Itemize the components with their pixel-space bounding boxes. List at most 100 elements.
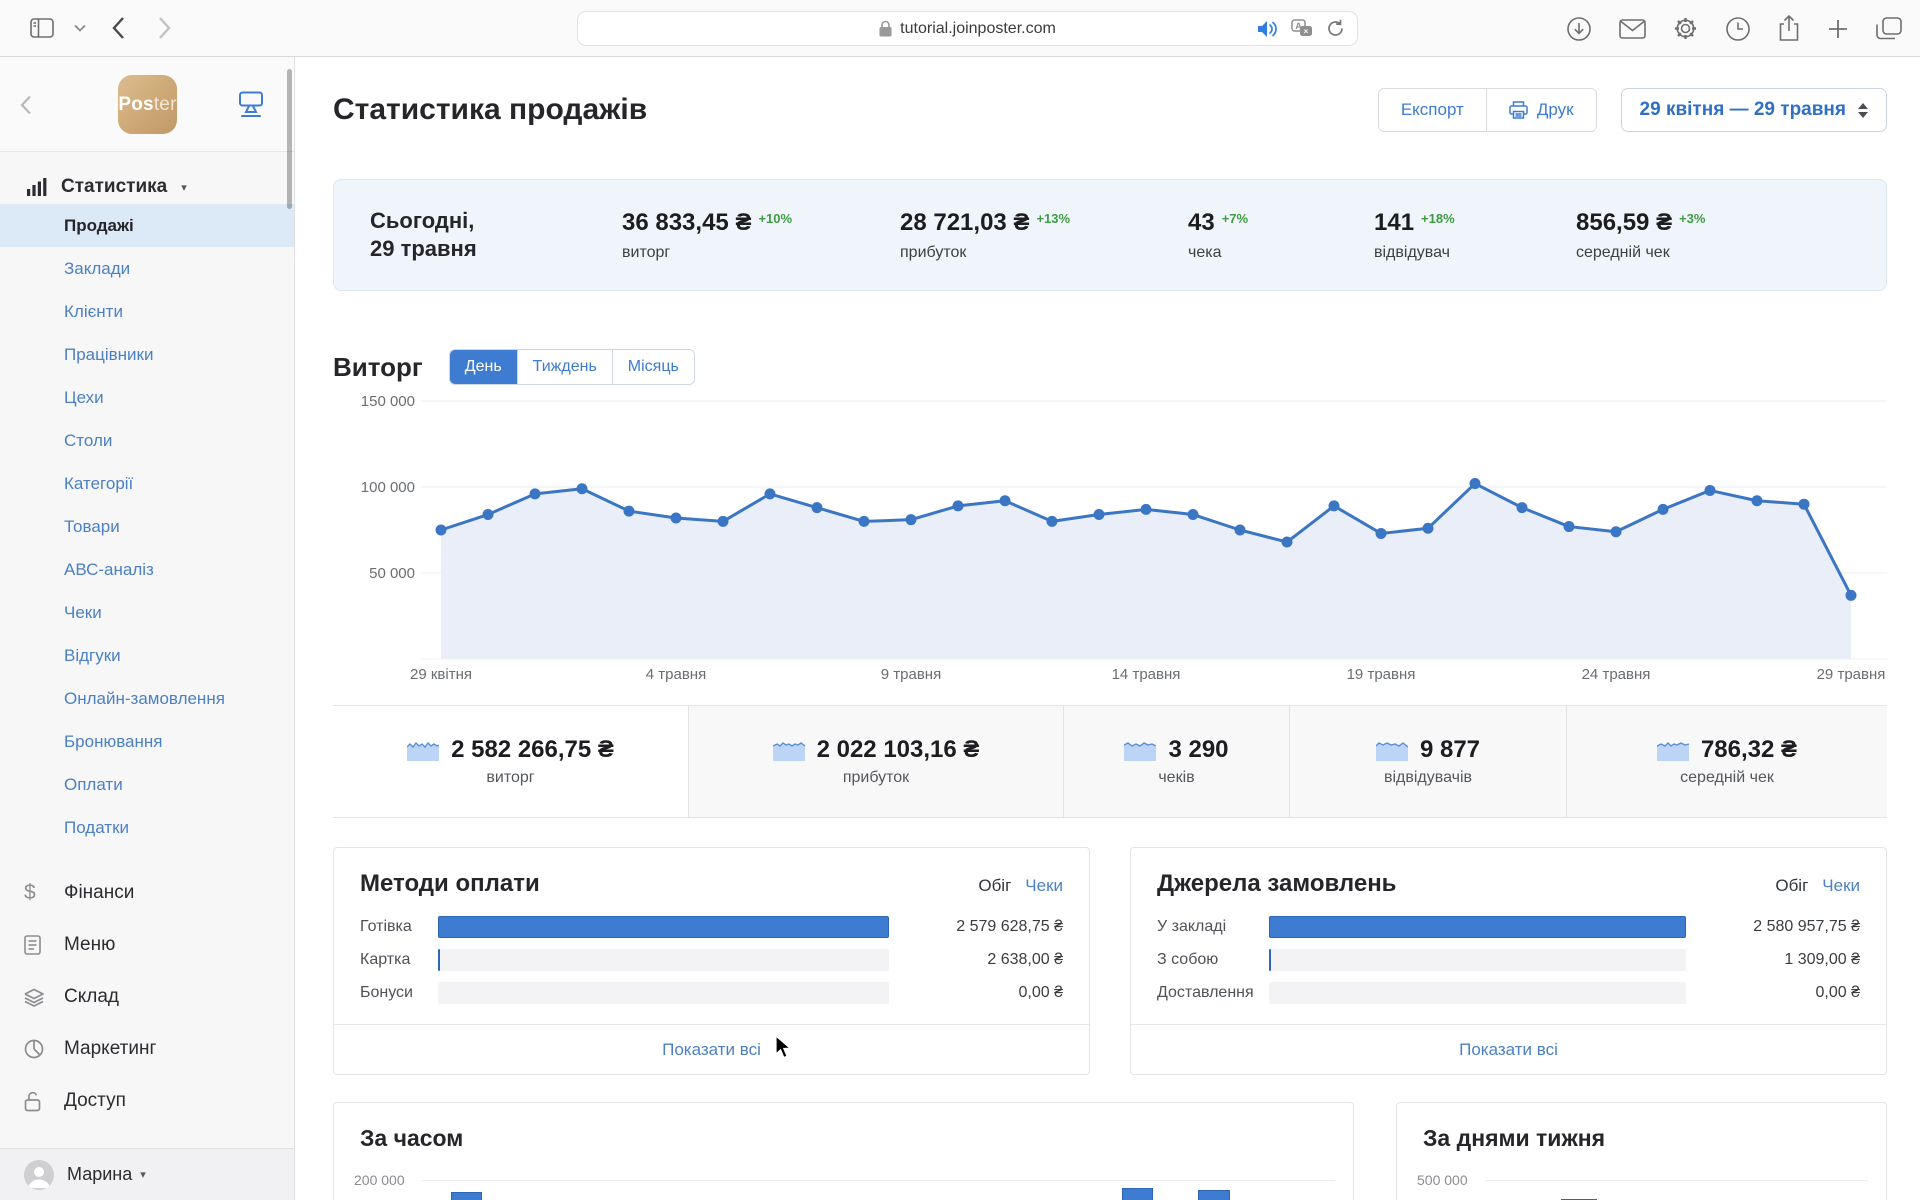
sidebar-section-statistics[interactable]: Статистика ▾ bbox=[0, 176, 294, 198]
bar-track bbox=[1269, 916, 1686, 938]
bar bbox=[1121, 1187, 1154, 1200]
sidebar-item-clients[interactable]: Клієнти bbox=[0, 290, 294, 333]
history-clock-icon[interactable] bbox=[1725, 16, 1751, 42]
by-weekday-card: За днями тижня 500 000 bbox=[1396, 1102, 1887, 1200]
svg-text:14 травня: 14 травня bbox=[1112, 666, 1181, 683]
date-range-picker[interactable]: 29 квітня — 29 травня bbox=[1620, 88, 1887, 132]
translate-icon[interactable]: A × bbox=[1291, 19, 1313, 38]
dollar-icon: $ bbox=[24, 881, 36, 904]
svg-text:100 000: 100 000 bbox=[361, 479, 415, 496]
chevron-down-icon[interactable] bbox=[74, 24, 86, 32]
sidebar-item-workshops[interactable]: Цехи bbox=[0, 376, 294, 419]
payment-row-card: Картка 2 638,00 ₴ bbox=[360, 947, 1063, 973]
mouse-cursor bbox=[775, 1035, 792, 1059]
mail-icon[interactable] bbox=[1619, 18, 1646, 39]
lock-open-icon bbox=[24, 1091, 64, 1112]
sidebar-item-employees[interactable]: Працівники bbox=[0, 333, 294, 376]
summary-avg-check[interactable]: 786,32 ₴ середній чек bbox=[1566, 706, 1887, 817]
back-icon[interactable] bbox=[112, 17, 125, 39]
today-metric-visitors: 141 +18% відвідувач bbox=[1374, 208, 1455, 261]
source-row-takeaway: З собою 1 309,00 ₴ bbox=[1157, 947, 1860, 973]
printer-icon bbox=[1509, 101, 1528, 119]
gridline bbox=[1485, 1180, 1868, 1181]
sidebar-section-menu[interactable]: Меню bbox=[0, 919, 294, 971]
settings-gear-icon[interactable] bbox=[1673, 16, 1698, 41]
source-row-in-venue: У закладі 2 580 957,75 ₴ bbox=[1157, 914, 1860, 940]
tab-month[interactable]: Місяць bbox=[611, 350, 694, 384]
collapse-sidebar-icon[interactable] bbox=[20, 95, 32, 115]
by-time-card: За часом 200 000 bbox=[333, 1102, 1354, 1200]
tabs-overview-icon[interactable] bbox=[1876, 16, 1902, 41]
toggle-turnover[interactable]: Обіг bbox=[1775, 876, 1808, 896]
sidebar-item-taxes[interactable]: Податки bbox=[0, 806, 294, 849]
sidebar-item-sales[interactable]: Продажі bbox=[0, 204, 294, 247]
sparkline-icon bbox=[1375, 740, 1408, 761]
show-all-link[interactable]: Показати всі bbox=[1131, 1024, 1886, 1074]
caret-down-icon: ▾ bbox=[181, 181, 187, 194]
svg-text:24 травня: 24 травня bbox=[1582, 666, 1651, 683]
sidebar-item-payments[interactable]: Оплати bbox=[0, 763, 294, 806]
svg-text:19 травня: 19 травня bbox=[1347, 666, 1416, 683]
bar-track bbox=[438, 982, 889, 1004]
sidebar-item-tables[interactable]: Столи bbox=[0, 419, 294, 462]
toggle-receipts[interactable]: Чеки bbox=[1025, 876, 1063, 896]
today-metric-revenue: 36 833,45 ₴ +10% виторг bbox=[622, 208, 793, 261]
payment-row-bonus: Бонуси 0,00 ₴ bbox=[360, 980, 1063, 1006]
pos-terminal-icon[interactable] bbox=[236, 91, 266, 118]
forward-icon[interactable] bbox=[158, 17, 171, 39]
sidebar-section-inventory[interactable]: Склад bbox=[0, 971, 294, 1023]
sidebar: Pos ter Статистика ▾ Продажі Заклади Кліє… bbox=[0, 57, 295, 1200]
svg-text:29 травня: 29 травня bbox=[1817, 666, 1886, 683]
sidebar-item-reservations[interactable]: Бронювання bbox=[0, 720, 294, 763]
bar-track bbox=[438, 949, 889, 971]
summary-receipts[interactable]: 3 290 чеків bbox=[1063, 706, 1289, 817]
user-name: Марина bbox=[67, 1164, 133, 1184]
summary-revenue[interactable]: 2 582 266,75 ₴ виторг bbox=[333, 706, 688, 817]
source-row-delivery: Доставлення 0,00 ₴ bbox=[1157, 980, 1860, 1006]
sidebar-item-venues[interactable]: Заклади bbox=[0, 247, 294, 290]
sparkline-icon bbox=[1124, 740, 1157, 761]
card-title: За часом bbox=[360, 1125, 464, 1151]
sidebar-section-access[interactable]: Доступ bbox=[0, 1075, 294, 1127]
sidebar-item-receipts[interactable]: Чеки bbox=[0, 591, 294, 634]
sidebar-item-online-orders[interactable]: Онлайн-замовлення bbox=[0, 677, 294, 720]
toggle-turnover[interactable]: Обіг bbox=[978, 876, 1011, 896]
sidebar-toggle-icon[interactable] bbox=[30, 18, 54, 38]
reload-icon[interactable] bbox=[1326, 19, 1345, 38]
new-tab-plus-icon[interactable] bbox=[1827, 18, 1849, 40]
tab-week[interactable]: Тиждень bbox=[516, 350, 612, 384]
sidebar-section-marketing[interactable]: Маркетинг bbox=[0, 1023, 294, 1075]
show-all-link[interactable]: Показати всі bbox=[334, 1024, 1089, 1074]
main-content: Статистика продажів Експорт Друк 29 квіт… bbox=[295, 57, 1920, 1200]
bar bbox=[451, 1192, 482, 1200]
browser-toolbar: tutorial.joinposter.com A × bbox=[0, 0, 1920, 57]
statistics-label: Статистика bbox=[61, 176, 168, 197]
y-axis-label: 200 000 bbox=[354, 1172, 405, 1188]
poster-logo[interactable]: Pos ter bbox=[118, 75, 177, 134]
summary-profit[interactable]: 2 022 103,16 ₴ прибуток bbox=[688, 706, 1063, 817]
sidebar-scrollbar[interactable] bbox=[287, 69, 292, 209]
pie-chart-icon bbox=[24, 1039, 64, 1059]
summary-visitors[interactable]: 9 877 відвідувачів bbox=[1289, 706, 1566, 817]
address-bar[interactable]: tutorial.joinposter.com A × bbox=[577, 11, 1358, 46]
layers-icon bbox=[24, 987, 64, 1007]
payment-methods-card: Методи оплати Обіг Чеки Готівка 2 579 62… bbox=[333, 847, 1090, 1075]
sidebar-item-products[interactable]: Товари bbox=[0, 505, 294, 548]
sidebar-item-abc-analysis[interactable]: АВС-аналіз bbox=[0, 548, 294, 591]
downloads-icon[interactable] bbox=[1566, 16, 1592, 42]
sidebar-section-finance[interactable]: $ Фінанси bbox=[0, 867, 294, 919]
sidebar-item-categories[interactable]: Категорії bbox=[0, 462, 294, 505]
share-icon[interactable] bbox=[1778, 15, 1800, 42]
tab-day[interactable]: День bbox=[449, 350, 517, 384]
toggle-receipts[interactable]: Чеки bbox=[1822, 876, 1860, 896]
order-sources-card: Джерела замовлень Обіг Чеки У закладі 2 … bbox=[1130, 847, 1887, 1075]
sidebar-item-reviews[interactable]: Відгуки bbox=[0, 634, 294, 677]
sparkline-icon bbox=[772, 740, 805, 761]
period-summary-row: 2 582 266,75 ₴ виторг 2 022 103,16 ₴ при… bbox=[333, 705, 1887, 818]
svg-text:50 000: 50 000 bbox=[369, 565, 415, 582]
bar-track bbox=[438, 916, 889, 938]
print-button[interactable]: Друк bbox=[1485, 89, 1596, 131]
user-menu[interactable]: Марина ▾ bbox=[0, 1148, 294, 1200]
audio-playing-icon[interactable] bbox=[1257, 20, 1278, 38]
export-button[interactable]: Експорт bbox=[1378, 89, 1486, 131]
